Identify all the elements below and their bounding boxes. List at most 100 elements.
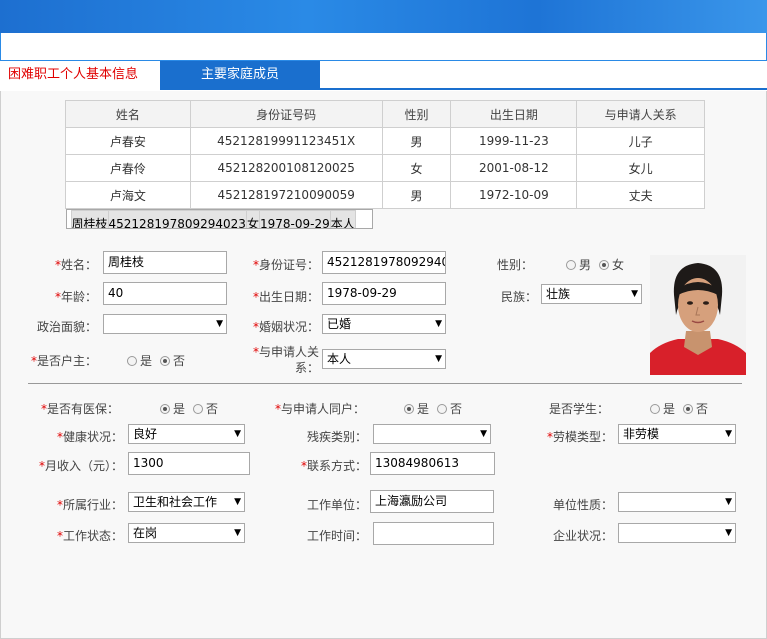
monthly-income-label: *月收入（元）： [38,459,123,473]
contact-input[interactable]: 13084980613 [370,452,495,475]
relation-select[interactable]: 本人 ▼ [322,349,446,369]
unit-nature-label: 单位性质： [552,498,613,512]
medical-insurance-label: *是否有医保： [40,402,119,416]
age-input[interactable]: 40 [103,282,227,305]
person-photo-icon [650,255,746,375]
cell-id-number: 452128197210090059 [189,181,383,209]
work-status-label: *工作状态： [56,529,123,543]
cell-relation: 女儿 [576,154,705,182]
relation-label: *与申请人关 系： [252,345,319,375]
cell-birth-date: 1999-11-23 [450,127,578,155]
table-header-row: 姓名 身份证号码 性别 出生日期 与申请人关系 [65,100,705,128]
column-header: 性别 [381,100,452,128]
section-divider [28,383,742,384]
cell-name: 卢海文 [65,181,191,209]
medical-insurance-no-radio[interactable] [193,404,204,414]
marital-status-select[interactable]: 已婚 ▼ [322,314,446,334]
birth-date-input[interactable]: 1978-09-29 [322,282,446,305]
tab-bar: 困难职工个人基本信息 主要家庭成员 [0,61,767,90]
column-header: 姓名 [65,100,191,128]
cell-name: 卢春安 [65,127,191,155]
cell-gender: 男 [381,181,452,209]
table-row[interactable]: 卢春安 45212819991123451X 男 1999-11-23 儿子 [65,127,705,155]
chevron-down-icon: ▼ [234,497,241,507]
industry-label: *所属行业： [56,498,123,512]
same-household-no-radio[interactable] [437,404,448,414]
enterprise-status-label: 企业状况： [552,529,613,543]
chevron-down-icon: ▼ [725,429,732,439]
same-household-yes-radio[interactable] [404,404,414,414]
cell-birth-date: 1978-09-29 [258,210,331,228]
chevron-down-icon: ▼ [480,429,487,439]
model-worker-type-select[interactable]: 非劳模 ▼ [618,424,736,444]
is-student-no-radio[interactable] [683,404,694,414]
cell-gender: 女 [245,210,260,228]
header-search-bar[interactable] [0,33,767,61]
chevron-down-icon: ▼ [234,429,241,439]
cell-relation: 本人 [329,210,356,228]
birth-date-label: *出生日期： [252,290,319,304]
is-student-yes-radio[interactable] [650,404,660,414]
political-status-select[interactable]: ▼ [103,314,227,334]
cell-name: 周桂枝 [70,210,109,228]
ethnicity-select[interactable]: 壮族 ▼ [541,284,642,304]
industry-select[interactable]: 卫生和社会工作 ▼ [128,492,245,512]
household-head-label: *是否户主： [30,354,97,368]
column-header: 身份证号码 [189,100,383,128]
health-status-label: *健康状况： [56,430,123,444]
cell-birth-date: 1972-10-09 [450,181,578,209]
header-banner [0,0,767,33]
column-header: 出生日期 [450,100,578,128]
cell-relation: 丈夫 [576,181,705,209]
contact-label: *联系方式： [300,459,367,473]
id-number-label: *身份证号： [252,258,319,272]
disability-type-select[interactable]: ▼ [373,424,491,444]
ethnicity-label: 民族： [500,290,537,304]
same-household-label: *与申请人同户： [274,402,365,416]
work-status-select[interactable]: 在岗 ▼ [128,523,245,543]
cell-name: 卢春伶 [65,154,191,182]
name-label: *姓名： [54,258,97,272]
marital-status-label: *婚姻状况： [252,320,319,334]
political-status-label: 政治面貌： [36,320,97,334]
cell-gender: 女 [381,154,452,182]
cell-relation: 儿子 [576,127,705,155]
chevron-down-icon: ▼ [435,354,442,364]
tab-family-members[interactable]: 主要家庭成员 [160,61,320,90]
work-unit-label: 工作单位： [306,498,367,512]
medical-insurance-radio-group: 是否 [160,400,218,417]
table-row[interactable]: 卢海文 452128197210090059 男 1972-10-09 丈夫 [65,181,705,209]
table-row[interactable]: 卢春伶 452128200108120025 女 2001-08-12 女儿 [65,154,705,182]
chevron-down-icon: ▼ [234,528,241,538]
name-input[interactable]: 周桂枝 [103,251,227,274]
work-unit-input[interactable]: 上海瀛励公司 [370,490,494,513]
column-header: 与申请人关系 [576,100,705,128]
household-head-yes-radio[interactable] [127,356,137,366]
monthly-income-input[interactable]: 1300 [128,452,250,475]
is-student-label: 是否学生： [548,402,609,416]
disability-type-label: 残疾类别： [306,430,367,444]
tab-basic-info[interactable]: 困难职工个人基本信息 [0,61,160,90]
chevron-down-icon: ▼ [725,497,732,507]
unit-nature-select[interactable]: ▼ [618,492,736,512]
chevron-down-icon: ▼ [725,528,732,538]
table-row-selected[interactable]: 周桂枝 452128197809294023 女 1978-09-29 本人 [65,209,373,229]
gender-male-radio[interactable] [566,260,576,270]
cell-id-number: 45212819991123451X [189,127,383,155]
age-label: *年龄： [54,290,97,304]
household-head-radio-group: 是否 [127,352,185,369]
household-head-no-radio[interactable] [160,356,171,366]
health-status-select[interactable]: 良好 ▼ [128,424,245,444]
enterprise-status-select[interactable]: ▼ [618,523,736,543]
family-members-table: 姓名 身份证号码 性别 出生日期 与申请人关系 卢春安 452128199911… [65,100,705,229]
gender-female-radio[interactable] [599,260,610,270]
chevron-down-icon: ▼ [435,319,442,329]
work-time-input[interactable] [373,522,494,545]
gender-label: 性别： [496,258,533,272]
medical-insurance-yes-radio[interactable] [160,404,170,414]
model-worker-type-label: *劳模类型： [546,430,613,444]
id-number-input[interactable]: 452128197809294023 [322,251,446,274]
cell-id-number: 452128200108120025 [189,154,383,182]
gender-radio-group: 男女 [566,256,624,273]
work-time-label: 工作时间： [306,529,367,543]
